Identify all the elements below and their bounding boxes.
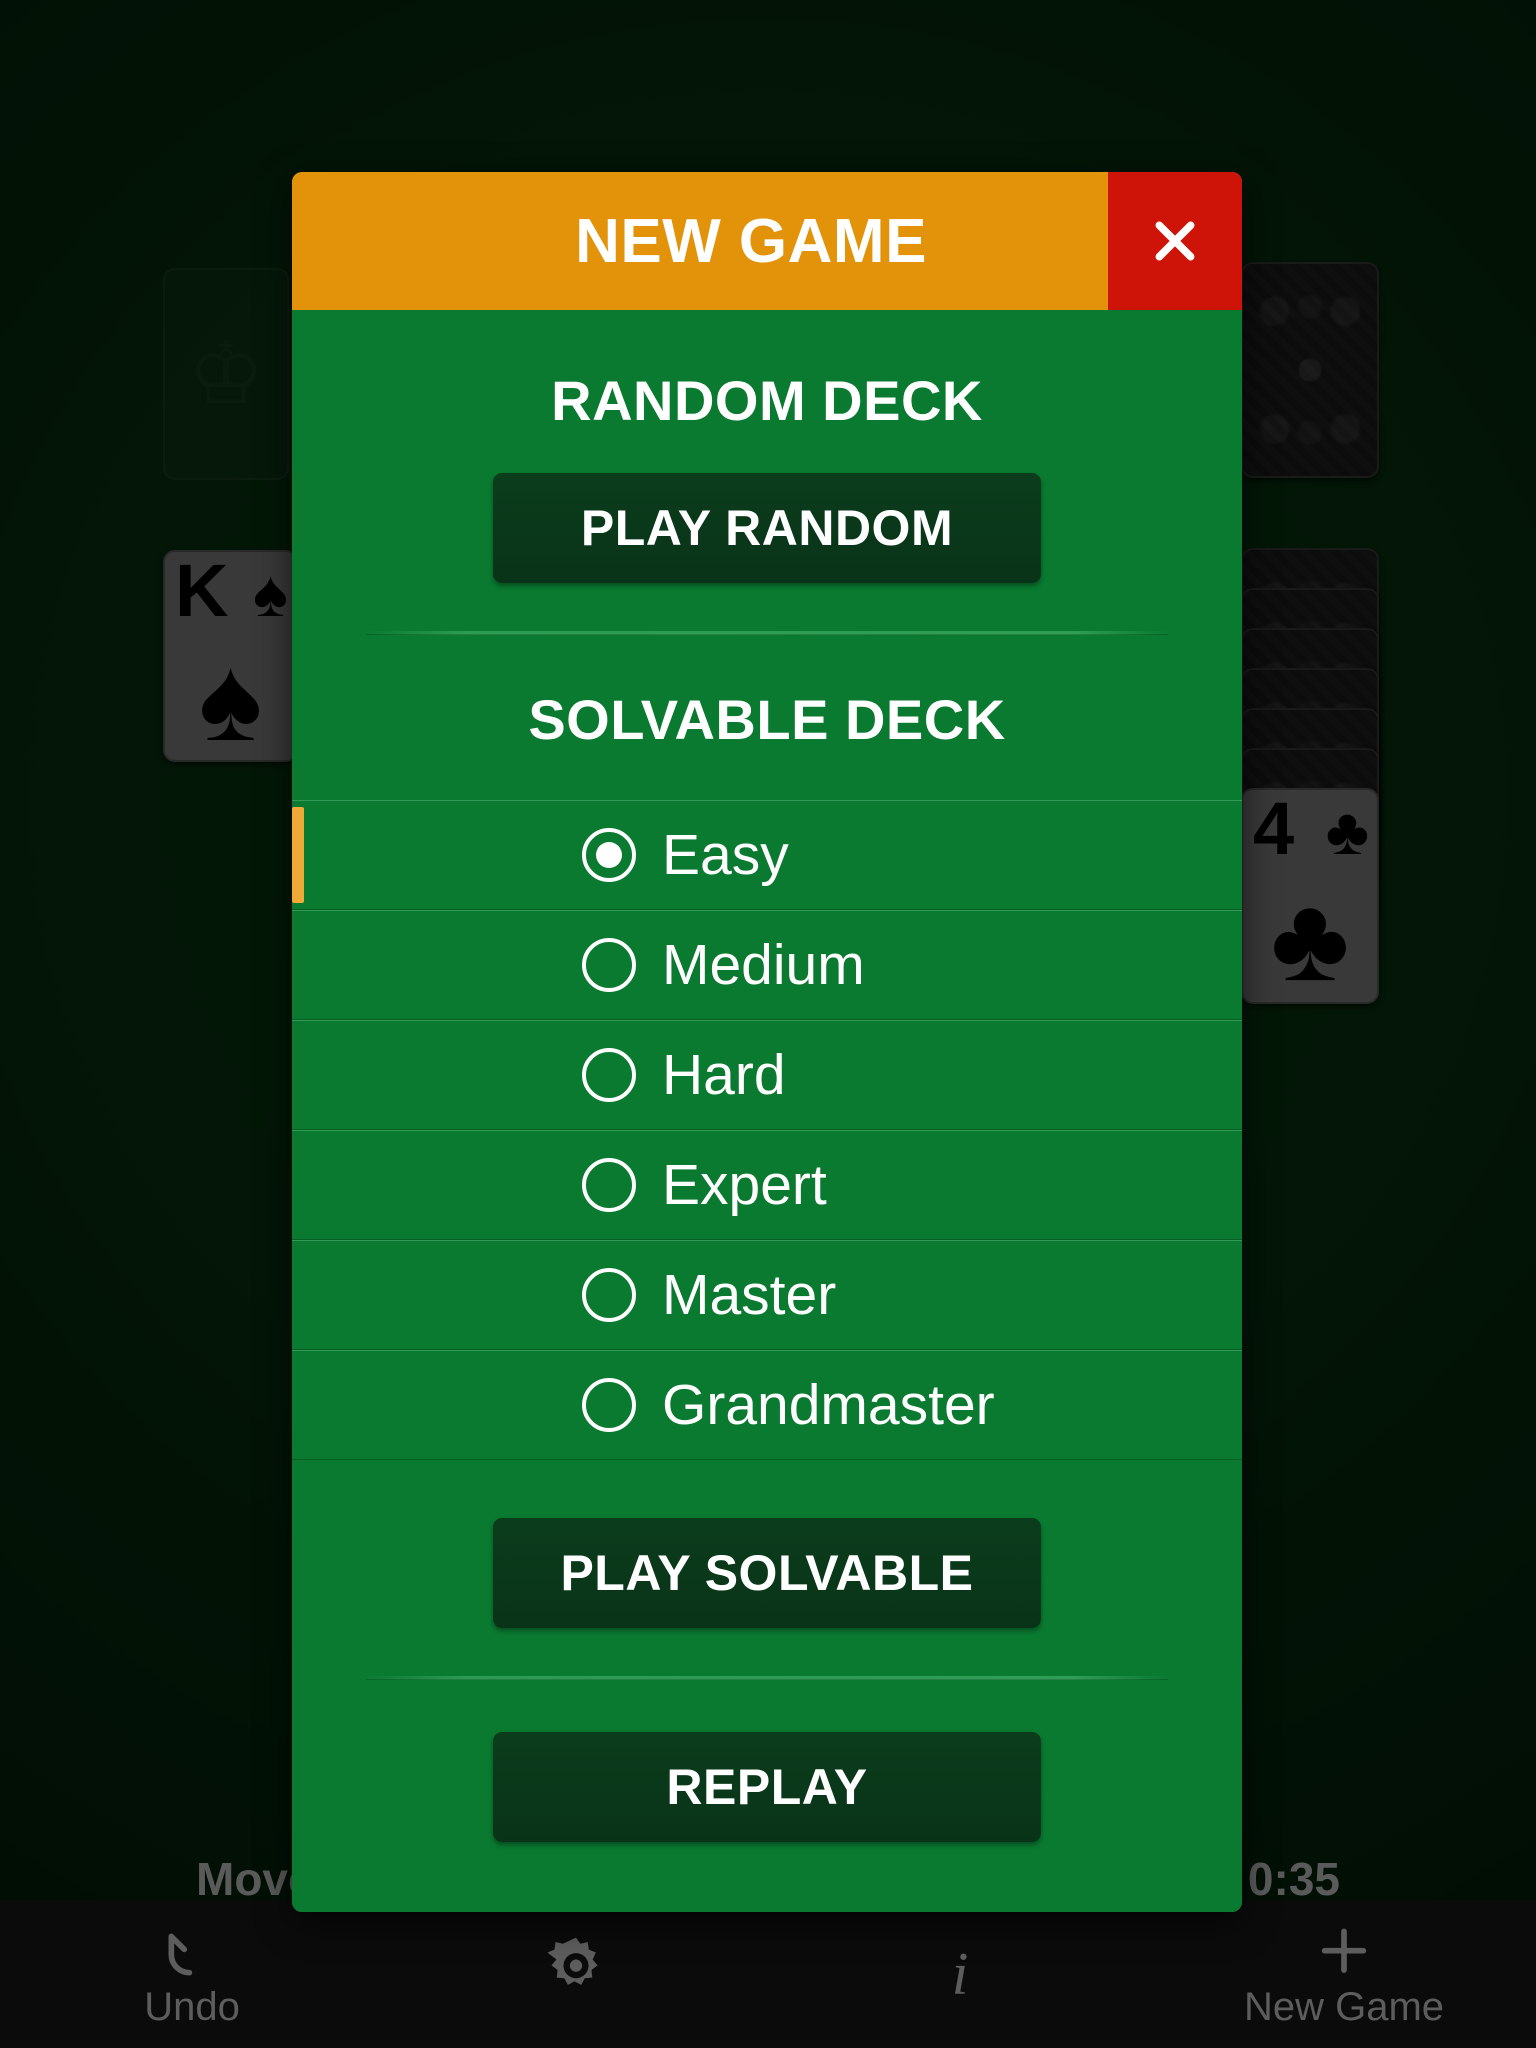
radio-button[interactable] (582, 1048, 636, 1102)
toolbar-label-new-game: New Game (1243, 1985, 1445, 2029)
tableau-card-back (1241, 748, 1379, 964)
toolbar-button-undo[interactable]: Undo (0, 1900, 384, 2048)
tableau-card-back (1241, 668, 1379, 884)
selection-indicator (292, 807, 304, 903)
radio-button[interactable] (582, 1158, 636, 1212)
dialog-header: NEW GAME (292, 172, 1242, 310)
foundation-slot[interactable]: ♔ (163, 268, 289, 480)
new-game-dialog: NEW GAME RANDOM DECK PLAY RANDOM SOLVABL… (292, 172, 1242, 1912)
solvable-deck-heading: SOLVABLE DECK (528, 688, 1006, 751)
dialog-body: RANDOM DECK PLAY RANDOM SOLVABLE DECK Ea… (292, 310, 1242, 1912)
crown-icon: ♔ (187, 326, 265, 422)
difficulty-option-hard[interactable]: Hard (292, 1020, 1242, 1130)
card-back-pattern (1251, 272, 1369, 468)
dialog-title: NEW GAME (575, 206, 927, 276)
card-corner-suit-icon: ♠ (252, 556, 288, 630)
tableau-card-back (1241, 708, 1379, 924)
timer-value: 0:35 (1247, 1853, 1340, 1905)
card-back-pattern (1251, 718, 1369, 914)
bottom-toolbar: Undo i New Game (0, 1900, 1536, 2048)
card-four-of-clubs[interactable]: 4 ♣ ♣ (1241, 788, 1379, 1004)
radio-button[interactable] (582, 1268, 636, 1322)
radio-button[interactable] (582, 828, 636, 882)
radio-button[interactable] (582, 1378, 636, 1432)
toolbar-label-undo: Undo (144, 1985, 240, 2029)
gear-icon (541, 1937, 611, 2003)
plus-icon (1313, 1921, 1375, 1983)
tableau-card-back (1241, 548, 1379, 764)
difficulty-label: Master (662, 1262, 837, 1327)
difficulty-label: Grandmaster (662, 1372, 995, 1437)
difficulty-option-list: Easy Medium Hard Expert Master Grandmast… (292, 800, 1242, 1460)
difficulty-label: Easy (662, 822, 789, 887)
difficulty-option-easy[interactable]: Easy (292, 800, 1242, 910)
radio-dot (596, 842, 622, 868)
tableau-card-back (1241, 628, 1379, 844)
difficulty-label: Hard (662, 1042, 786, 1107)
difficulty-option-medium[interactable]: Medium (292, 910, 1242, 1020)
toolbar-button-settings[interactable] (384, 1900, 768, 2048)
card-back-pattern (1251, 758, 1369, 954)
close-icon (1146, 212, 1204, 270)
toolbar-button-info[interactable]: i (768, 1900, 1152, 2048)
card-rank: 4 (1253, 787, 1295, 870)
random-deck-heading: RANDOM DECK (551, 369, 983, 432)
play-random-button[interactable]: PLAY RANDOM (493, 473, 1041, 583)
stock-card-back[interactable] (1241, 262, 1379, 478)
play-solvable-button[interactable]: PLAY SOLVABLE (493, 1518, 1041, 1628)
info-icon: i (932, 1940, 988, 2003)
svg-text:i: i (952, 1940, 969, 2003)
card-suit-icon: ♣ (1270, 872, 1350, 1007)
difficulty-label: Medium (662, 932, 865, 997)
card-corner-suit-icon: ♣ (1325, 794, 1369, 868)
difficulty-option-expert[interactable]: Expert (292, 1130, 1242, 1240)
difficulty-option-master[interactable]: Master (292, 1240, 1242, 1350)
radio-button[interactable] (582, 938, 636, 992)
difficulty-option-grandmaster[interactable]: Grandmaster (292, 1350, 1242, 1460)
difficulty-label: Expert (662, 1152, 827, 1217)
card-back-pattern (1251, 638, 1369, 834)
card-back-pattern (1251, 678, 1369, 874)
toolbar-button-new-game[interactable]: New Game (1152, 1900, 1536, 2048)
tableau-card-back (1241, 588, 1379, 804)
undo-icon (161, 1921, 223, 1983)
card-back-pattern (1251, 598, 1369, 794)
card-rank: K (175, 549, 229, 632)
replay-button[interactable]: REPLAY (493, 1732, 1041, 1842)
close-button[interactable] (1108, 172, 1242, 310)
card-king-of-spades[interactable]: K ♠ ♠ (163, 550, 298, 762)
card-back-pattern (1251, 558, 1369, 754)
card-suit-icon: ♠ (198, 632, 263, 767)
